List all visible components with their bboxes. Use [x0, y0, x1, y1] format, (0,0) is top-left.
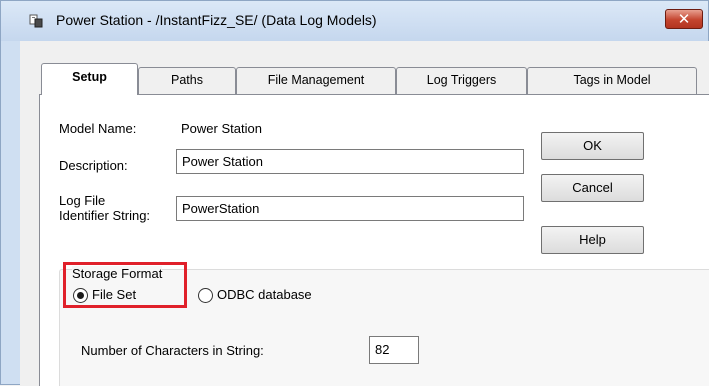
num-characters-label: Number of Characters in String: [81, 343, 264, 358]
identifier-label-line1: Log File [59, 193, 106, 208]
model-name-label: Model Name: [59, 121, 137, 136]
highlight-box [63, 262, 187, 308]
model-name-value: Power Station [181, 121, 262, 136]
help-button[interactable]: Help [541, 226, 644, 254]
ok-button[interactable]: OK [541, 132, 644, 160]
dialog-window: Power Station - /InstantFizz_SE/ (Data L… [0, 0, 709, 386]
tab-setup-label: Setup [72, 70, 107, 84]
tab-paths-label: Paths [171, 73, 203, 87]
description-label: Description: [59, 158, 128, 173]
odbc-database-label[interactable]: ODBC database [217, 287, 312, 302]
title-bar[interactable]: Power Station - /InstantFizz_SE/ (Data L… [1, 1, 708, 41]
tab-setup[interactable]: Setup [41, 63, 138, 95]
identifier-string-input[interactable]: PowerStation [176, 196, 524, 221]
identifier-string-label: Log File Identifier String: [59, 193, 150, 223]
cancel-button[interactable]: Cancel [541, 174, 644, 202]
tab-tags-in-model-label: Tags in Model [573, 73, 651, 87]
close-icon: ✕ [677, 10, 691, 28]
tab-tags-in-model[interactable]: Tags in Model [527, 67, 697, 94]
tab-file-management-label: File Management [267, 73, 365, 87]
app-icon [29, 14, 43, 28]
tab-log-triggers[interactable]: Log Triggers [396, 67, 527, 94]
window-title: Power Station - /InstantFizz_SE/ (Data L… [56, 12, 377, 28]
tab-paths[interactable]: Paths [138, 67, 236, 94]
tab-log-triggers-label: Log Triggers [426, 73, 497, 87]
close-button[interactable]: ✕ [665, 9, 703, 29]
odbc-database-radio[interactable] [198, 288, 213, 303]
tab-file-management[interactable]: File Management [236, 67, 396, 94]
description-input[interactable]: Power Station [176, 149, 524, 174]
num-characters-input[interactable]: 82 [369, 336, 419, 364]
identifier-label-line2: Identifier String: [59, 208, 151, 223]
